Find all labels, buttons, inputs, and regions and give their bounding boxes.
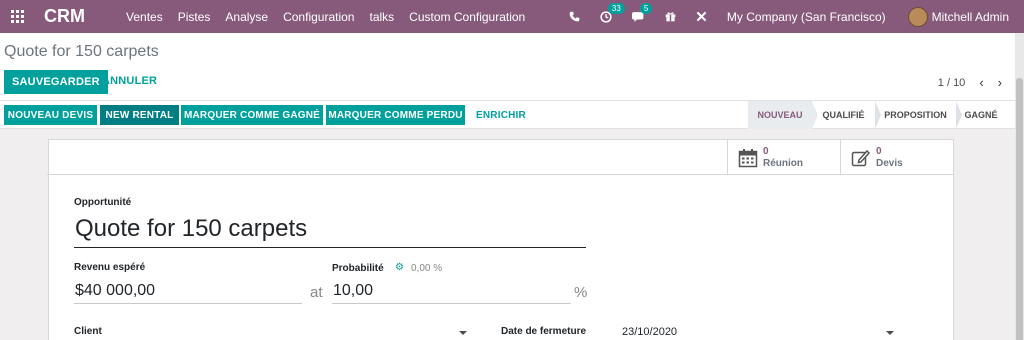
debug-tools-icon[interactable] <box>696 11 707 22</box>
automated-probability: 0,00 % <box>411 263 443 274</box>
messages-icon[interactable]: 5 <box>631 2 653 23</box>
smart-button-box: 0 Réunion 0 Devis <box>47 140 953 175</box>
enrich-button[interactable]: ENRICHIR <box>476 110 526 121</box>
mark-won-button[interactable]: MARQUER COMME GAGNÉ <box>181 105 323 125</box>
stage-pipeline: NOUVEAU QUALIFIÉ PROPOSITION GAGNÉ <box>748 101 1024 129</box>
top-navbar: CRM Ventes Pistes Analyse Configuration … <box>0 0 1024 33</box>
discard-button[interactable]: ANNULER <box>102 75 157 87</box>
scrollbar-thumb[interactable] <box>1016 78 1023 340</box>
breadcrumb: Quote for 150 carpets <box>4 43 159 60</box>
save-button[interactable]: SAUVEGARDER <box>4 70 108 94</box>
pager: 1 / 10 ‹ › <box>938 75 1002 90</box>
probability-input[interactable]: 10,00 <box>332 280 571 304</box>
new-rental-button[interactable]: NEW RENTAL <box>100 105 179 125</box>
meetings-count: 0 <box>763 145 769 157</box>
client-dropdown-icon[interactable] <box>459 331 467 335</box>
menu-item-ventes[interactable]: Ventes <box>126 10 163 24</box>
meetings-label: Réunion <box>763 157 803 169</box>
form-sheet: 0 Réunion 0 Devis Opportunité Quote for … <box>47 139 954 340</box>
closing-date-dropdown-icon[interactable] <box>886 331 894 335</box>
opportunity-name-input[interactable]: Quote for 150 carpets <box>74 212 586 248</box>
control-panel: Quote for 150 carpets SAUVEGARDER ANNULE… <box>0 33 1024 101</box>
phone-icon[interactable] <box>569 11 580 22</box>
gear-icon[interactable]: ⚙ <box>395 262 404 273</box>
main-menu: Ventes Pistes Analyse Configuration talk… <box>126 10 540 24</box>
new-quotation-button[interactable]: NOUVEAU DEVIS <box>4 105 97 125</box>
company-switcher[interactable]: My Company (San Francisco) <box>727 10 886 24</box>
stage-label: PROPOSITION <box>884 110 947 120</box>
client-input[interactable] <box>349 322 469 338</box>
closing-date-input[interactable]: 23/10/2020 <box>622 326 677 338</box>
menu-item-configuration[interactable]: Configuration <box>283 10 354 24</box>
stage-label: NOUVEAU <box>757 110 803 120</box>
quotations-label: Devis <box>876 157 903 169</box>
edit-document-icon <box>851 149 871 166</box>
pager-value[interactable]: 1 / 10 <box>938 77 966 89</box>
menu-item-analyse[interactable]: Analyse <box>225 10 268 24</box>
opportunity-label: Opportunité <box>74 197 132 208</box>
menu-item-talks[interactable]: talks <box>369 10 394 24</box>
stage-nouveau[interactable]: NOUVEAU <box>748 101 818 129</box>
app-brand[interactable]: CRM <box>44 6 116 27</box>
pager-next-icon[interactable]: › <box>998 75 1002 90</box>
gift-icon[interactable] <box>665 11 676 22</box>
mark-lost-button[interactable]: MARQUER COMME PERDU <box>326 105 465 125</box>
calendar-icon <box>738 148 758 167</box>
client-label: Client <box>74 326 102 337</box>
form-statusbar: NOUVEAU DEVIS NEW RENTAL MARQUER COMME G… <box>0 101 1024 129</box>
expected-revenue-input[interactable]: $40 000,00 <box>74 280 302 304</box>
user-menu[interactable]: Mitchell Admin <box>932 10 1009 24</box>
stage-label: QUALIFIÉ <box>822 110 865 120</box>
revenue-suffix: at <box>310 284 323 301</box>
closing-date-label: Date de fermeture <box>501 326 587 337</box>
meetings-smart-button[interactable]: 0 Réunion <box>727 140 840 175</box>
probability-suffix: % <box>574 284 588 301</box>
pager-previous-icon[interactable]: ‹ <box>979 75 983 90</box>
expected-revenue-label: Revenu espéré <box>74 262 146 273</box>
quotations-count: 0 <box>876 145 882 157</box>
page-scrollbar[interactable] <box>1015 33 1024 340</box>
stage-label: GAGNÉ <box>964 110 998 120</box>
quotations-smart-button[interactable]: 0 Devis <box>840 140 953 175</box>
probability-label: Probabilité <box>332 263 384 274</box>
menu-item-custom-configuration[interactable]: Custom Configuration <box>409 10 525 24</box>
navbar-systray: 33 5 My Company (San Francisco) Mitchell… <box>569 0 1024 33</box>
user-avatar[interactable] <box>907 6 928 27</box>
message-count-badge: 5 <box>639 2 653 14</box>
stage-proposition[interactable]: PROPOSITION <box>875 101 962 129</box>
activity-count-badge: 33 <box>607 2 625 14</box>
apps-menu-icon[interactable] <box>0 0 34 33</box>
stage-qualifie[interactable]: QUALIFIÉ <box>812 101 881 129</box>
stage-gagne[interactable]: GAGNÉ <box>956 101 1024 129</box>
menu-item-pistes[interactable]: Pistes <box>178 10 211 24</box>
activity-clock-icon[interactable]: 33 <box>600 2 625 23</box>
